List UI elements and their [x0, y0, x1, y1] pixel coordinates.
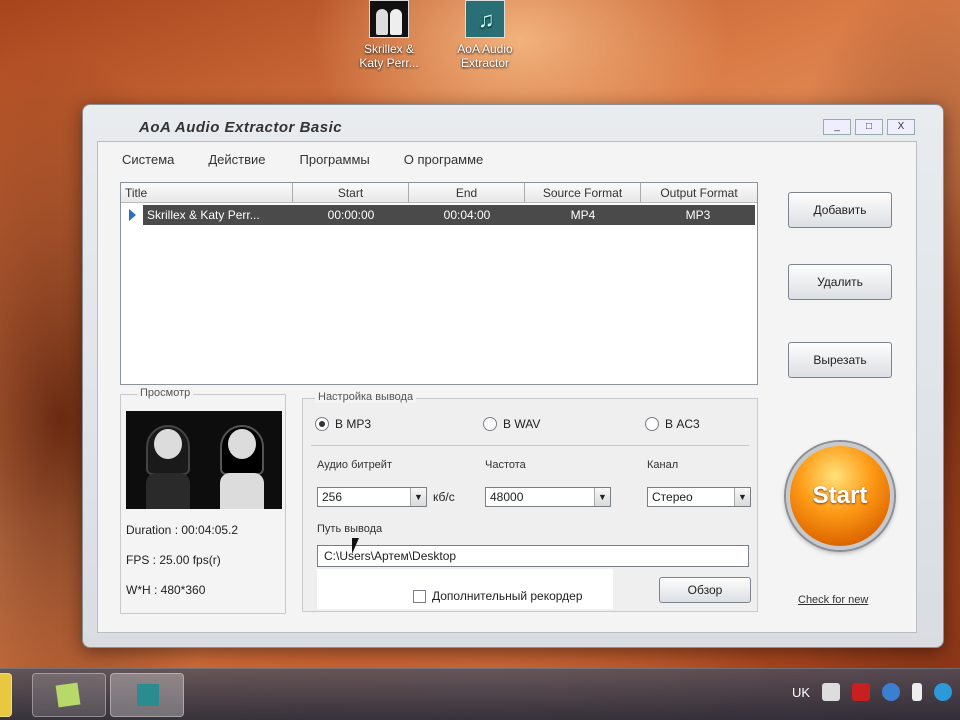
- video-file-icon: [369, 0, 409, 38]
- row-pointer-icon: [129, 209, 136, 221]
- output-path-label: Путь вывода: [317, 523, 383, 535]
- radio-mp3[interactable]: В MP3: [315, 417, 371, 431]
- fps-text: FPS : 25.00 fps(r): [126, 553, 221, 567]
- radio-icon: [645, 417, 659, 431]
- divider: [311, 445, 749, 446]
- menu-item-about[interactable]: О программе: [404, 152, 484, 167]
- column-end[interactable]: End: [409, 183, 525, 202]
- cell-output-format: MP3: [685, 208, 711, 222]
- column-source-format[interactable]: Source Format: [525, 183, 641, 202]
- radio-wav-label: В WAV: [503, 417, 541, 431]
- menu-item-action[interactable]: Действие: [208, 152, 265, 167]
- advanced-recorder-label: Дополнительный рекордер: [432, 589, 583, 603]
- flag-icon[interactable]: [912, 683, 922, 701]
- taskbar-audio-extractor-button[interactable]: [110, 673, 184, 717]
- channel-label: Канал: [647, 459, 679, 471]
- settings-legend: Настройка вывода: [315, 391, 417, 403]
- cell-end: 00:04:00: [443, 208, 491, 222]
- acrobat-icon[interactable]: [852, 683, 870, 701]
- advanced-options-area: Дополнительный рекордер: [317, 569, 613, 609]
- preview-figure: [216, 425, 268, 509]
- output-path-field[interactable]: C:\Users\Артем\Desktop: [317, 545, 749, 567]
- taskbar: UK: [0, 668, 960, 720]
- menu-bar: Система Действие Программы О программе: [122, 152, 483, 167]
- preview-legend: Просмотр: [137, 387, 194, 399]
- column-start[interactable]: Start: [293, 183, 409, 202]
- table-row[interactable]: Skrillex & Katy Perr... 00:00:00 00:04:0…: [143, 205, 755, 225]
- size-text: W*H : 480*360: [126, 583, 206, 597]
- taskbar-notes-button[interactable]: [32, 673, 106, 717]
- cell-source-format: MP4: [570, 208, 596, 222]
- menu-item-programs[interactable]: Программы: [300, 152, 370, 167]
- output-settings: Настройка вывода В MP3 В WAV В AC3 Аудио…: [302, 391, 758, 612]
- desktop-icon-video[interactable]: Skrillex & Katy Perr...: [344, 0, 434, 70]
- radio-ac3-label: В AC3: [665, 417, 700, 431]
- file-list-header: Title Start End Source Format Output For…: [121, 183, 757, 203]
- cut-button[interactable]: Вырезать: [788, 342, 892, 378]
- file-list[interactable]: Title Start End Source Format Output For…: [120, 182, 758, 385]
- maximize-button[interactable]: □: [855, 119, 883, 135]
- chevron-down-icon[interactable]: ▼: [594, 488, 610, 506]
- title-bar[interactable]: AoA Audio Extractor Basic _ □ X: [83, 105, 943, 139]
- frequency-label: Частота: [485, 459, 526, 471]
- desktop-icon-label: AoA Audio: [457, 42, 513, 56]
- advanced-recorder-checkbox[interactable]: Дополнительный рекордер: [413, 589, 583, 603]
- bitrate-value: 256: [322, 490, 343, 504]
- column-title[interactable]: Title: [121, 183, 293, 202]
- keyboard-icon[interactable]: [822, 683, 840, 701]
- audio-extractor-icon: ♫: [465, 0, 505, 38]
- desktop-icon-label: Extractor: [460, 56, 509, 70]
- start-orb-button[interactable]: [0, 673, 12, 717]
- column-output-format[interactable]: Output Format: [641, 183, 757, 202]
- radio-icon: [483, 417, 497, 431]
- radio-wav[interactable]: В WAV: [483, 417, 540, 431]
- check-for-new-link[interactable]: Check for new: [798, 594, 868, 606]
- frequency-select[interactable]: 48000 ▼: [485, 487, 611, 507]
- app-window: AoA Audio Extractor Basic _ □ X Система …: [82, 104, 944, 648]
- browser-icon[interactable]: [934, 683, 952, 701]
- minimize-button[interactable]: _: [823, 119, 851, 135]
- system-tray: UK: [792, 683, 952, 701]
- radio-mp3-label: В MP3: [335, 417, 372, 431]
- checkbox-icon: [413, 589, 426, 603]
- sticky-notes-icon: [55, 682, 81, 708]
- preview-figure: [142, 425, 194, 509]
- add-button[interactable]: Добавить: [788, 192, 892, 228]
- channel-select[interactable]: Стерео ▼: [647, 487, 751, 507]
- chevron-down-icon[interactable]: ▼: [410, 488, 426, 506]
- cell-start: 00:00:00: [327, 208, 375, 222]
- menu-item-system[interactable]: Система: [122, 152, 174, 167]
- window-title: AoA Audio Extractor Basic: [139, 119, 343, 136]
- preview-panel: Просмотр Duration : 00:04:05.2 FPS : 25.…: [120, 387, 286, 614]
- duration-text: Duration : 00:04:05.2: [126, 523, 239, 537]
- channel-value: Стерео: [652, 490, 693, 504]
- language-indicator[interactable]: UK: [792, 685, 810, 700]
- bitrate-unit: кб/с: [433, 490, 455, 504]
- bitrate-label: Аудио битрейт: [317, 459, 392, 471]
- remove-button[interactable]: Удалить: [788, 264, 892, 300]
- desktop-icon-app[interactable]: ♫ AoA Audio Extractor: [440, 0, 530, 70]
- desktop-icon-label: Skrillex &: [363, 42, 414, 56]
- start-button[interactable]: Start: [786, 442, 894, 550]
- radio-ac3[interactable]: В AC3: [645, 417, 700, 431]
- cell-title: Skrillex & Katy Perr...: [147, 208, 260, 222]
- audio-extractor-icon: [137, 684, 159, 706]
- browse-button[interactable]: Обзор: [659, 577, 751, 603]
- desktop-icon-label: Katy Perr...: [359, 56, 419, 70]
- network-icon[interactable]: [882, 683, 900, 701]
- close-button[interactable]: X: [887, 119, 915, 135]
- client-area: Система Действие Программы О программе T…: [97, 141, 917, 633]
- mouse-cursor-icon: [352, 538, 359, 554]
- radio-selected-icon: [315, 417, 329, 431]
- chevron-down-icon[interactable]: ▼: [734, 488, 750, 506]
- bitrate-select[interactable]: 256 ▼: [317, 487, 427, 507]
- video-preview: [126, 411, 282, 509]
- frequency-value: 48000: [490, 490, 524, 504]
